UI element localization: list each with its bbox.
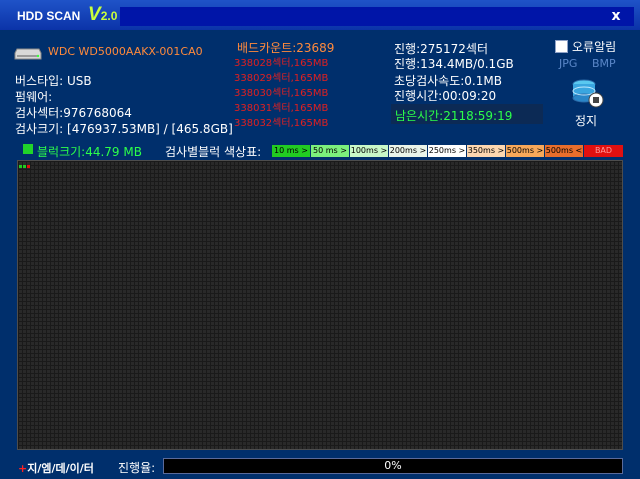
firmware: 펌웨어: <box>15 90 53 104</box>
jpg-option[interactable]: JPG <box>559 57 577 70</box>
block-size-swatch <box>23 144 33 154</box>
logo-text: 지/엠/데/이/터 <box>27 462 94 475</box>
drive-model: WDC WD5000AAKX-001CA0 <box>48 45 203 58</box>
bmp-option[interactable]: BMP <box>592 57 616 70</box>
scan-sectors: 검사섹터:976768064 <box>15 106 132 120</box>
app-version: V2.0 <box>88 4 117 26</box>
legend-swatch: 250ms > <box>428 145 466 157</box>
legend-swatch: 350ms > <box>467 145 505 157</box>
size-progress: 진행:134.4MB/0.1GB <box>394 57 514 71</box>
scan-size: 검사크기: [476937.53MB] / [465.8GB] <box>15 122 233 136</box>
bus-type: 버스타입: USB <box>15 74 92 88</box>
close-button[interactable]: x <box>606 6 626 26</box>
status-bar: +지/엠/데/이/터 진행율: 0% <box>0 454 640 479</box>
hdd-scan-window: HDD SCAN V2.0 x WDC WD5000AAKX-001CA0 버스… <box>0 0 640 479</box>
bad-sector-entry: 338031섹터,165MB <box>234 103 329 114</box>
version-number: 2.0 <box>100 9 118 23</box>
error-alarm-checkbox[interactable] <box>555 40 568 53</box>
scanned-block <box>27 165 30 168</box>
legend-swatch: 500ms > <box>506 145 544 157</box>
database-stop-icon <box>572 79 604 108</box>
progress-label: 진행율: <box>118 461 156 475</box>
block-size: 블럭크기:44.79 MB <box>37 145 142 159</box>
remaining-time: 남은시간:2118:59:19 <box>395 109 513 123</box>
version-letter: V <box>88 4 101 25</box>
stop-button[interactable]: 정지 <box>567 76 607 132</box>
bad-sector-entry: 338032섹터,165MB <box>234 118 329 129</box>
bad-sector-entry: 338029섹터,165MB <box>234 73 329 84</box>
progress-text: 0% <box>384 459 402 472</box>
bad-sector-entry: 338030섹터,165MB <box>234 88 329 99</box>
scan-block-grid <box>17 160 623 450</box>
logo-plus-icon: + <box>18 462 28 475</box>
error-alarm-label[interactable]: 오류알림 <box>572 38 616 55</box>
company-logo: +지/엠/데/이/터 <box>18 460 94 476</box>
info-panel: WDC WD5000AAKX-001CA0 버스타입: USB 펌웨어: 검사섹… <box>0 30 640 140</box>
legend-title: 검사별블럭 색상표: <box>165 145 262 159</box>
stop-label: 정지 <box>575 114 598 128</box>
legend-swatch: 10 ms > <box>272 145 310 157</box>
legend-swatch: 200ms > <box>389 145 427 157</box>
title-bar-strip <box>120 7 634 26</box>
app-title: HDD SCAN <box>17 9 81 23</box>
legend-swatch: 100ms > <box>350 145 388 157</box>
hard-drive-icon <box>14 48 42 60</box>
title-bar: HDD SCAN V2.0 x <box>0 0 640 30</box>
legend-swatch: BAD <box>584 145 623 157</box>
bad-sector-entry: 338028섹터,165MB <box>234 58 329 69</box>
legend-swatch: 50 ms > <box>311 145 349 157</box>
progress-bar: 0% <box>163 458 623 474</box>
scanned-block <box>23 165 26 168</box>
scanned-block <box>19 165 22 168</box>
elapsed-time: 진행시간:00:09:20 <box>394 89 497 103</box>
legend-swatch: 500ms < <box>545 145 583 157</box>
